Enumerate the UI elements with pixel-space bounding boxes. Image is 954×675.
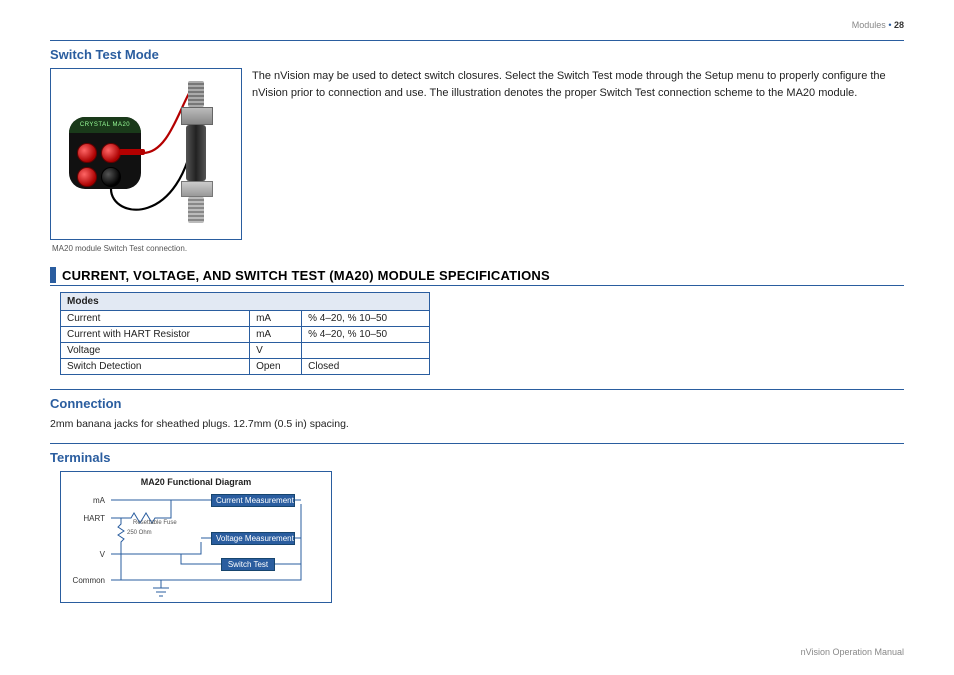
- cell: [302, 343, 430, 359]
- cell: V: [250, 343, 302, 359]
- pressure-switch-sensor: [179, 81, 213, 231]
- modes-table: Modes Current mA % 4–20, % 10–50 Current…: [60, 292, 430, 375]
- table-row: Current with HART Resistor mA % 4–20, % …: [61, 327, 430, 343]
- illustration-wrap: CRYSTAL MA20: [50, 68, 242, 253]
- cell: % 4–20, % 10–50: [302, 311, 430, 327]
- cell: Voltage: [61, 343, 250, 359]
- cell: Open: [250, 359, 302, 375]
- cell: Current with HART Resistor: [61, 327, 250, 343]
- section-title-switch-test: Switch Test Mode: [50, 47, 904, 62]
- cell: % 4–20, % 10–50: [302, 327, 430, 343]
- header-breadcrumb: Modules • 28: [852, 20, 904, 30]
- cell: Closed: [302, 359, 430, 375]
- divider: [50, 443, 904, 444]
- spec-bar-icon: [50, 267, 56, 283]
- table-row: Voltage V: [61, 343, 430, 359]
- spec-heading: CURRENT, VOLTAGE, AND SWITCH TEST (MA20)…: [62, 268, 550, 283]
- header-section: Modules: [852, 20, 886, 30]
- spec-heading-row: CURRENT, VOLTAGE, AND SWITCH TEST (MA20)…: [50, 267, 904, 283]
- divider: [50, 40, 904, 41]
- table-row: Current mA % 4–20, % 10–50: [61, 311, 430, 327]
- box-switch: Switch Test: [221, 558, 275, 571]
- section-title-terminals: Terminals: [50, 450, 904, 465]
- connection-text: 2mm banana jacks for sheathed plugs. 12.…: [50, 417, 904, 433]
- page-number: 28: [894, 20, 904, 30]
- spec-underline: [50, 285, 904, 286]
- box-voltage: Voltage Measurement: [211, 532, 295, 545]
- page: Modules • 28 Switch Test Mode CRYSTAL MA…: [0, 0, 954, 675]
- footer-text: nVision Operation Manual: [801, 647, 904, 657]
- cell: Switch Detection: [61, 359, 250, 375]
- label-ohm: 250 Ohm: [127, 530, 152, 536]
- section-title-connection: Connection: [50, 396, 904, 411]
- switch-test-body: The nVision may be used to detect switch…: [252, 68, 904, 101]
- illustration-caption: MA20 module Switch Test connection.: [52, 244, 242, 253]
- modes-header: Modes: [61, 293, 430, 311]
- cell: mA: [250, 311, 302, 327]
- connection-illustration: CRYSTAL MA20: [50, 68, 242, 240]
- cell: Current: [61, 311, 250, 327]
- cell: mA: [250, 327, 302, 343]
- functional-diagram: MA20 Functional Diagram mA HART V Common: [60, 471, 332, 603]
- table-row: Switch Detection Open Closed: [61, 359, 430, 375]
- box-current: Current Measurement: [211, 494, 295, 507]
- switch-test-row: CRYSTAL MA20: [50, 68, 904, 253]
- divider: [50, 389, 904, 390]
- label-fuse: Resettable Fuse: [133, 520, 177, 526]
